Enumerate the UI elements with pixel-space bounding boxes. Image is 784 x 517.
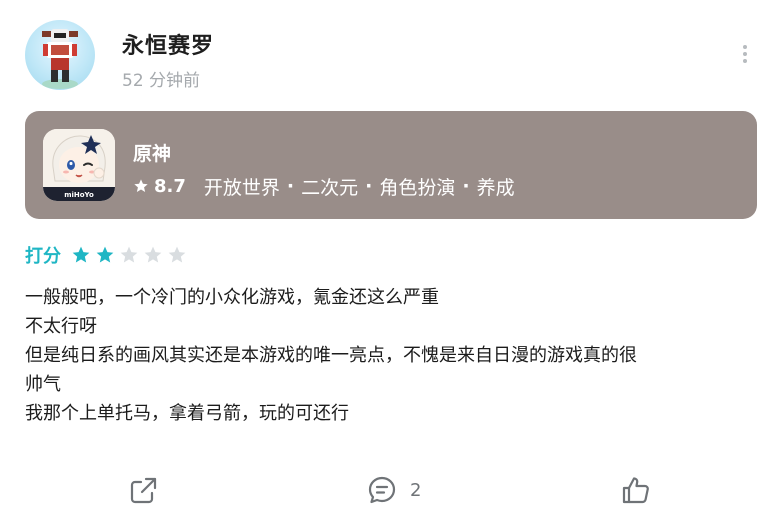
game-tag: 角色扮演 xyxy=(379,176,456,199)
username[interactable]: 永恒赛罗 xyxy=(122,28,214,60)
game-tag: 开放世界 xyxy=(203,176,280,199)
share-button[interactable] xyxy=(128,468,160,512)
tag-separator: · xyxy=(462,175,470,197)
game-meta: 8.7 开放世界 · 二次元 · 角色扮演 · 养成 xyxy=(133,173,515,199)
rating-star-icon xyxy=(96,246,114,263)
review-line: 不太行呀 xyxy=(25,316,97,337)
review-line: 一般般吧，一个冷门的小众化游戏，氪金还这么严重 xyxy=(25,287,439,308)
game-title: 原神 xyxy=(133,143,172,165)
post-timestamp: 52 分钟前 xyxy=(122,71,201,91)
rating-star-icon xyxy=(168,246,186,263)
tag-separator: · xyxy=(365,175,373,197)
rating-star-icon xyxy=(72,246,90,263)
more-options-button[interactable] xyxy=(737,42,753,66)
post-header: 永恒赛罗 52 分钟前 xyxy=(25,20,759,94)
review-line: 但是纯日系的画风其实还是本游戏的唯一亮点，不愧是来自日漫的游戏真的很 xyxy=(25,345,637,366)
game-card[interactable]: miHoYo 原神 8.7 开放世界 · 二次元 · 角色扮演 · 养成 xyxy=(25,111,757,219)
rating-label: 打分 xyxy=(25,246,61,267)
game-logo-image: miHoYo xyxy=(43,129,115,201)
game-tag: 养成 xyxy=(476,176,515,199)
rating-stars xyxy=(71,245,191,265)
review-line: 我那个上单托马，拿着弓箭，玩的可还行 xyxy=(25,403,349,424)
avatar-figure-icon xyxy=(42,29,78,89)
game-icon: miHoYo xyxy=(43,129,115,201)
rating: 打分 xyxy=(25,242,191,268)
like-button[interactable] xyxy=(620,468,652,512)
comment-count: 2 xyxy=(410,479,422,501)
action-bar: 2 xyxy=(0,468,784,512)
comment-icon xyxy=(368,476,396,504)
thumbs-up-icon xyxy=(622,477,649,504)
avatar[interactable] xyxy=(25,20,95,90)
tag-separator: · xyxy=(286,175,295,197)
game-logo-text: miHoYo xyxy=(64,191,94,199)
review-line: 帅气 xyxy=(25,374,61,395)
rating-star-icon xyxy=(120,246,138,263)
star-icon xyxy=(134,179,148,192)
game-score: 8.7 xyxy=(154,175,186,197)
comment-button[interactable]: 2 xyxy=(366,468,421,512)
rating-star-icon xyxy=(144,246,162,263)
share-icon xyxy=(130,477,157,504)
review-text: 一般般吧，一个冷门的小众化游戏，氪金还这么严重 不太行呀 但是纯日系的画风其实还… xyxy=(25,283,765,428)
more-vertical-icon xyxy=(743,45,747,63)
game-tag: 二次元 xyxy=(301,176,359,199)
